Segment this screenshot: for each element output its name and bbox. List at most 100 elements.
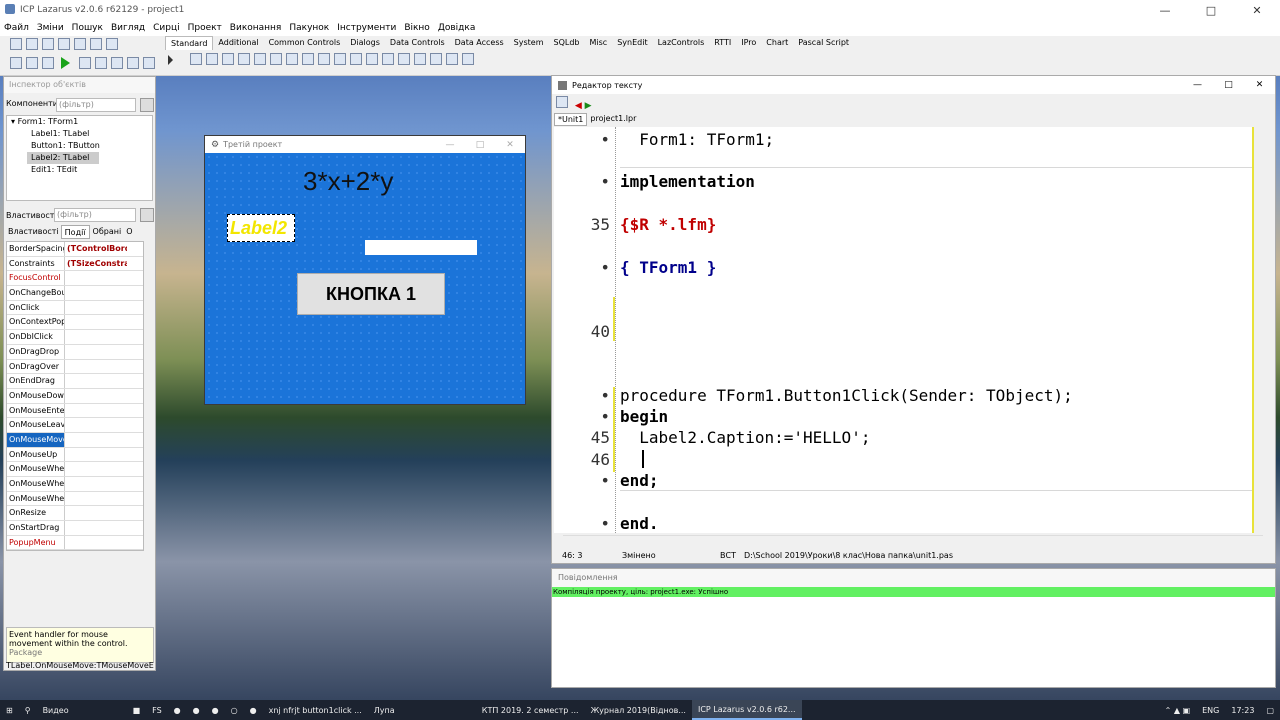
menu-search[interactable]: Пошук bbox=[68, 23, 107, 33]
combobox-comp-icon[interactable] bbox=[349, 53, 362, 65]
properties-filter-input[interactable]: (фільтр) bbox=[54, 208, 136, 222]
property-value[interactable] bbox=[65, 536, 127, 550]
property-row[interactable]: OnContextPopu bbox=[7, 315, 143, 331]
palette-tab-additional[interactable]: Additional bbox=[213, 36, 263, 50]
menu-package[interactable]: Пакунок bbox=[285, 23, 333, 33]
compile-success-line[interactable]: Компіляція проекту, ціль: project1.exe: … bbox=[552, 587, 1275, 597]
palette-tab-dialogs[interactable]: Dialogs bbox=[345, 36, 385, 50]
code-line[interactable]: Label2.Caption:='HELLO'; bbox=[620, 428, 870, 447]
code-line[interactable]: Form1: TForm1; bbox=[620, 130, 774, 149]
code-line[interactable]: begin bbox=[620, 407, 668, 426]
scrollbar-comp-icon[interactable] bbox=[365, 53, 378, 65]
togglebox-comp-icon[interactable] bbox=[285, 53, 298, 65]
palette-tab-pascal-script[interactable]: Pascal Script bbox=[793, 36, 854, 50]
palette-tab-chart[interactable]: Chart bbox=[761, 36, 793, 50]
close-icon[interactable]: ✕ bbox=[1234, 0, 1280, 20]
radio-comp-icon[interactable] bbox=[317, 53, 330, 65]
editor-minimize-icon[interactable]: — bbox=[1182, 80, 1213, 90]
property-value[interactable]: (TControlBorder bbox=[65, 242, 127, 256]
property-value[interactable] bbox=[65, 433, 127, 447]
property-value[interactable] bbox=[65, 301, 127, 315]
taskbar-item-word[interactable]: КТП 2019. 2 семестр ... bbox=[476, 700, 585, 720]
property-value[interactable] bbox=[65, 404, 127, 418]
taskbar-item-excel[interactable]: Журнал 2019(Віднов... bbox=[585, 700, 692, 720]
build-mode-icon[interactable] bbox=[42, 57, 54, 69]
property-row[interactable]: OnDblClick bbox=[7, 330, 143, 345]
editor-hscrollbar[interactable] bbox=[563, 535, 1263, 544]
language-indicator[interactable]: ENG bbox=[1196, 700, 1225, 720]
clear-filter-icon[interactable] bbox=[140, 98, 154, 112]
tree-item-label1[interactable]: Label1: TLabel bbox=[7, 128, 152, 140]
property-value[interactable] bbox=[65, 360, 127, 374]
opera-icon[interactable]: ○ bbox=[225, 700, 244, 720]
property-row[interactable]: OnMouseWheel bbox=[7, 477, 143, 492]
step-over-icon[interactable] bbox=[126, 57, 139, 69]
code-line[interactable]: { TForm1 } bbox=[620, 258, 716, 277]
listbox-comp-icon[interactable] bbox=[333, 53, 346, 65]
property-value[interactable] bbox=[65, 418, 127, 432]
tree-item-label2[interactable]: Label2: TLabel bbox=[27, 152, 99, 164]
actionlist-comp-icon[interactable] bbox=[461, 53, 474, 65]
property-value[interactable] bbox=[65, 448, 127, 462]
code-line[interactable]: {$R *.lfm} bbox=[620, 215, 716, 234]
label-comp-icon[interactable] bbox=[237, 53, 250, 65]
app-icon[interactable]: ● bbox=[168, 700, 187, 720]
editor-view-icon[interactable] bbox=[556, 96, 568, 108]
palette-tab-system[interactable]: System bbox=[509, 36, 549, 50]
tree-item-form1[interactable]: ▾ Form1: TForm1 bbox=[7, 116, 152, 128]
form-minimize-icon[interactable]: — bbox=[435, 140, 465, 150]
property-value[interactable] bbox=[65, 492, 127, 506]
notifications-icon[interactable]: ▢ bbox=[1260, 700, 1280, 720]
frame-comp-icon[interactable] bbox=[445, 53, 458, 65]
property-value[interactable] bbox=[65, 521, 127, 535]
search-icon[interactable]: ⚲ bbox=[19, 700, 37, 720]
code-line[interactable]: implementation bbox=[620, 172, 755, 191]
property-row[interactable]: BorderSpacing(TControlBorder bbox=[7, 242, 143, 257]
property-value[interactable] bbox=[65, 462, 127, 476]
property-row[interactable]: PopupMenu bbox=[7, 535, 143, 551]
menu-source[interactable]: Сирці bbox=[149, 23, 183, 33]
taskbar-item-magnifier[interactable]: Лупа bbox=[368, 700, 476, 720]
property-row[interactable]: OnMouseDown bbox=[7, 388, 143, 404]
editor-vscrollbar[interactable] bbox=[1265, 127, 1275, 533]
close-file-icon[interactable] bbox=[90, 38, 102, 50]
property-row[interactable]: OnStartDrag bbox=[7, 521, 143, 536]
taskbar-item-browser[interactable]: xnj nfrjt button1click ... bbox=[263, 700, 368, 720]
property-row[interactable]: OnMouseMove bbox=[7, 432, 143, 448]
open-icon[interactable] bbox=[42, 38, 54, 50]
taskbar-search-box[interactable]: Видео bbox=[37, 700, 127, 720]
popupmenu-comp-icon[interactable] bbox=[205, 53, 218, 65]
property-row[interactable]: OnMouseWheel bbox=[7, 491, 143, 507]
form-maximize-icon[interactable]: □ bbox=[465, 140, 495, 150]
menu-project[interactable]: Проект bbox=[184, 23, 226, 33]
groupbox-comp-icon[interactable] bbox=[381, 53, 394, 65]
menu-edit[interactable]: Зміни bbox=[33, 23, 68, 33]
property-value[interactable] bbox=[65, 345, 127, 359]
maximize-icon[interactable]: □ bbox=[1188, 0, 1234, 20]
property-row[interactable]: Constraints(TSizeConstraint bbox=[7, 256, 143, 272]
app-icon[interactable]: ● bbox=[206, 700, 225, 720]
firefox-icon[interactable]: ● bbox=[244, 700, 263, 720]
property-value[interactable] bbox=[65, 477, 127, 491]
property-value[interactable] bbox=[65, 330, 127, 344]
label2[interactable]: Label2 bbox=[227, 214, 295, 242]
property-value[interactable] bbox=[65, 286, 127, 300]
edit-comp-icon[interactable] bbox=[253, 53, 266, 65]
property-row[interactable]: OnMouseLeave bbox=[7, 418, 143, 433]
tab-project1-lpr[interactable]: project1.lpr bbox=[587, 113, 639, 126]
form-close-icon[interactable]: ✕ bbox=[495, 140, 525, 150]
property-row[interactable]: OnChangeBoun bbox=[7, 286, 143, 301]
stop-icon[interactable] bbox=[94, 57, 107, 69]
palette-tab-data-access[interactable]: Data Access bbox=[450, 36, 509, 50]
palette-tab-ipro[interactable]: IPro bbox=[736, 36, 761, 50]
property-row[interactable]: OnMouseWheel bbox=[7, 462, 143, 477]
fs-app-icon[interactable]: FS bbox=[146, 700, 168, 720]
tab-restricted[interactable]: О bbox=[124, 225, 134, 239]
property-value[interactable] bbox=[65, 315, 127, 329]
clear-prop-filter-icon[interactable] bbox=[140, 208, 154, 222]
property-row[interactable]: OnResize bbox=[7, 506, 143, 522]
code-line[interactable]: end; bbox=[620, 471, 659, 490]
pause-icon[interactable] bbox=[78, 57, 91, 69]
edit1-field[interactable] bbox=[365, 240, 477, 255]
clock[interactable]: 17:23 bbox=[1225, 700, 1260, 720]
